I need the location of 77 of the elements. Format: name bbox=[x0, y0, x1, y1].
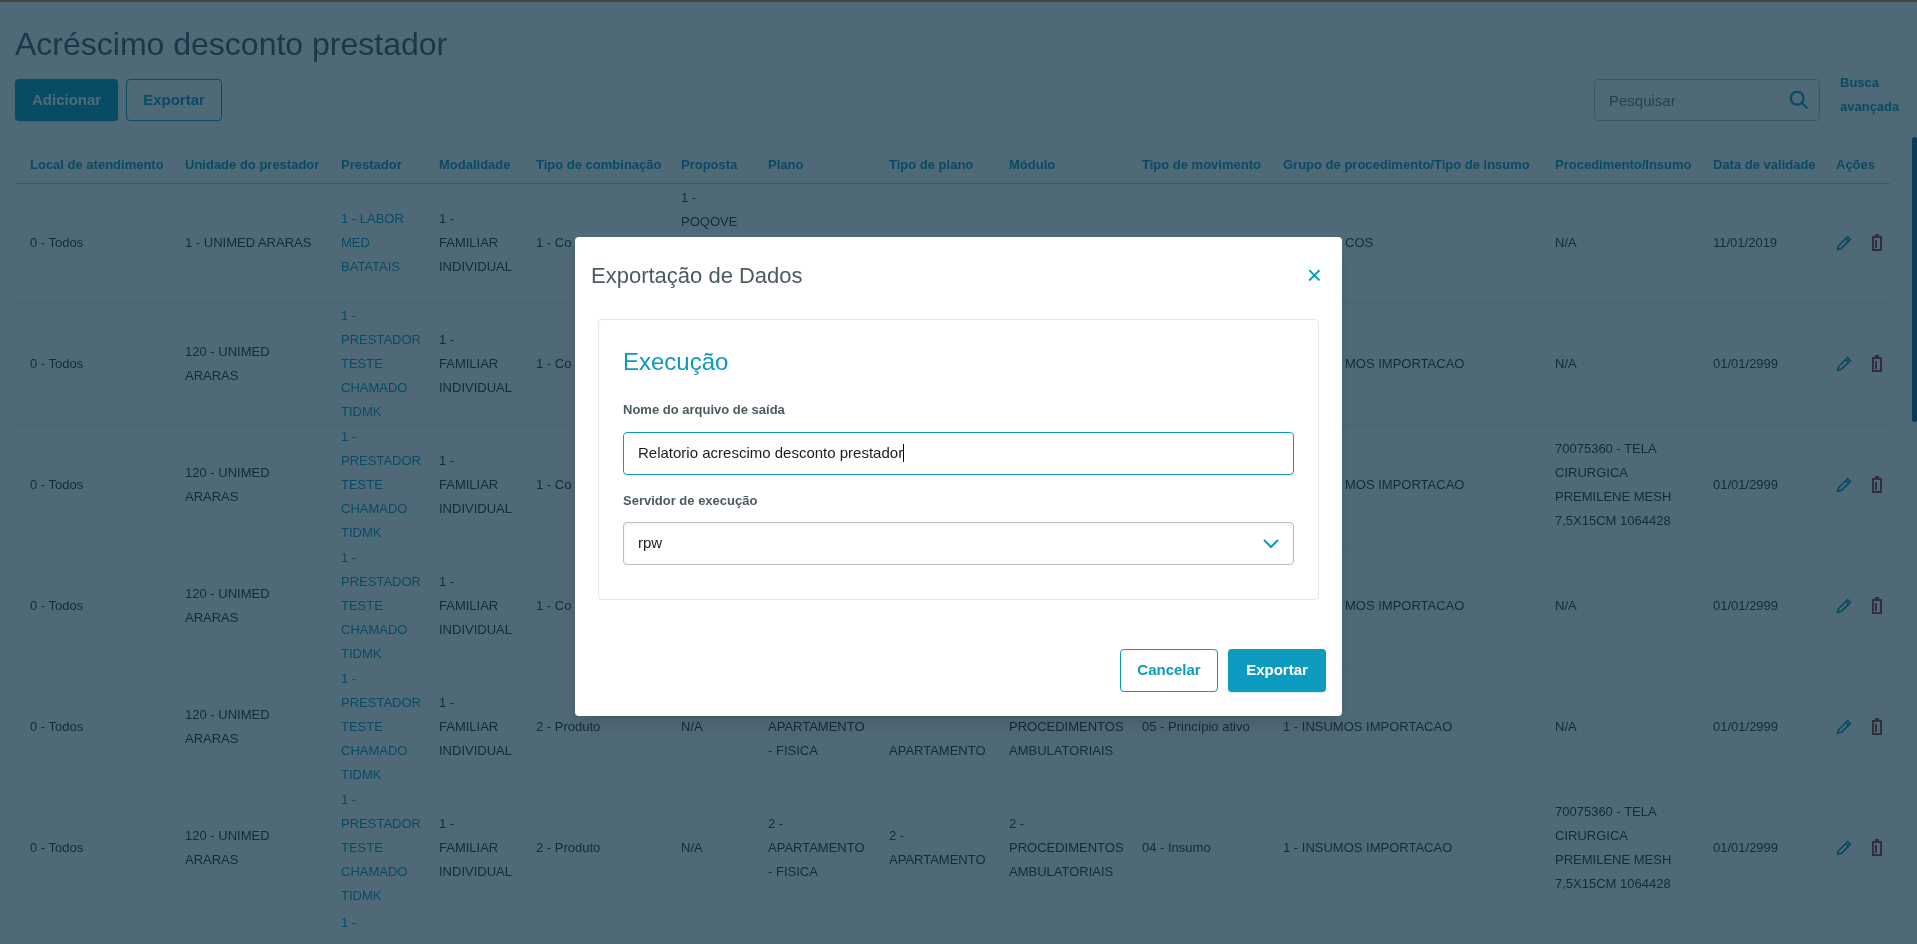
table-cell: 1 - Co bbox=[536, 476, 572, 492]
cancel-button[interactable]: Cancelar bbox=[1120, 649, 1218, 692]
column-header[interactable]: Tipo de combinação bbox=[536, 157, 662, 172]
table-cell: 01/01/2999 bbox=[1713, 839, 1779, 855]
table-cell: 1 - Co bbox=[536, 597, 572, 613]
column-header[interactable]: Unidade do prestador bbox=[185, 157, 320, 172]
table-cell: MOS IMPORTACAO bbox=[1345, 597, 1465, 613]
server-select[interactable]: rpw bbox=[623, 522, 1294, 565]
column-header[interactable]: Local de atendimento bbox=[30, 157, 164, 172]
table-cell: 01/01/2999 bbox=[1713, 355, 1779, 371]
column-header[interactable]: Proposta bbox=[681, 157, 738, 172]
column-header[interactable]: Data de validade bbox=[1713, 157, 1816, 172]
column-header[interactable]: Grupo de procedimento/Tipo de insumo bbox=[1283, 157, 1530, 172]
table-cell: N/A bbox=[1555, 235, 1577, 250]
table-cell: 01/01/2999 bbox=[1713, 476, 1779, 492]
table-cell: 120 - UNIMED ARARAS bbox=[185, 827, 270, 867]
table-cell: 1 - FAMILIAR INDIVIDUAL bbox=[439, 573, 512, 637]
column-header[interactable]: Módulo bbox=[1009, 157, 1056, 172]
table-cell: 120 - UNIMED ARARAS bbox=[185, 706, 270, 746]
column-header[interactable]: Tipo de movimento bbox=[1142, 157, 1261, 172]
chevron-down-icon bbox=[1263, 538, 1279, 549]
file-name-input[interactable]: Relatorio acrescimo desconto prestador bbox=[623, 431, 1294, 475]
table-cell: 1 - FAMILIAR INDIVIDUAL bbox=[439, 211, 512, 274]
column-header[interactable]: Procedimento/Insumo bbox=[1555, 157, 1692, 172]
table-cell: MOS IMPORTACAO bbox=[1345, 355, 1465, 371]
table-cell: 1 - Co bbox=[536, 235, 572, 250]
table-cell: 1 - INSUMOS IMPORTACAO bbox=[1283, 718, 1453, 734]
table-cell: 0 - Todos bbox=[30, 718, 84, 734]
table-cell: 0 - Todos bbox=[30, 839, 84, 855]
column-header[interactable]: Modalidade bbox=[439, 157, 511, 172]
table-cell: 1 - FAMILIAR INDIVIDUAL bbox=[439, 694, 512, 758]
table-cell: 01/01/2999 bbox=[1713, 597, 1779, 613]
table-cell: 0 - Todos bbox=[30, 355, 84, 371]
close-button[interactable]: × bbox=[1306, 262, 1322, 288]
table-cell: 01/01/2999 bbox=[1713, 718, 1779, 734]
table-cell: 1 - FAMILIAR INDIVIDUAL bbox=[439, 331, 512, 395]
table-cell: 0 - Todos bbox=[30, 235, 84, 250]
table-cell: 1 - Co bbox=[536, 355, 572, 371]
table-cell: 70075360 - TELA CIRURGICA PREMILENE MESH 7,5X15CM 1064428 bbox=[1555, 803, 1672, 891]
table-cell: COS bbox=[1345, 235, 1374, 250]
export-button[interactable]: Exportar bbox=[1228, 649, 1326, 692]
table-cell: 2 - APARTAMENTO - FISICA bbox=[768, 815, 865, 879]
table-cell: N/A bbox=[681, 718, 703, 734]
dialog-title: Exportação de Dados bbox=[591, 261, 803, 290]
table-cell: 2 - Produto bbox=[536, 839, 601, 855]
table-cell: 11/01/2019 bbox=[1713, 235, 1778, 250]
table-cell: 70075360 - TELA CIRURGICA PREMILENE MESH 7,5X15CM 1064428 bbox=[1555, 440, 1672, 528]
table-cell: 2 - PROCEDIMENTOS AMBULATORIAIS bbox=[1009, 815, 1124, 879]
table-cell: 05 - Princípio ativo bbox=[1142, 718, 1250, 734]
field-label: Nome do arquivo de saída bbox=[623, 401, 785, 419]
table-cell: N/A bbox=[1555, 718, 1577, 734]
table-cell: 0 - Todos bbox=[30, 476, 84, 492]
table-cell: 1 - POQOVE bbox=[681, 189, 738, 229]
field-label: Servidor de execução bbox=[623, 491, 758, 510]
table-cell: 120 - UNIMED ARARAS bbox=[185, 585, 270, 625]
column-header[interactable]: Plano bbox=[768, 157, 804, 172]
table-cell: 0 - Todos bbox=[30, 597, 84, 613]
section-title: Execução bbox=[623, 347, 729, 377]
table-cell: APARTAMENTO - FISICA bbox=[768, 718, 865, 758]
table-cell: 120 - UNIMED ARARAS bbox=[185, 464, 270, 504]
column-header[interactable]: Ações bbox=[1836, 157, 1876, 172]
table-cell: N/A bbox=[681, 839, 703, 855]
column-header[interactable]: Prestador bbox=[341, 157, 402, 172]
table-cell: 04 - Insumo bbox=[1142, 839, 1211, 855]
table-cell: 1 - FAMILIAR INDIVIDUAL bbox=[439, 452, 512, 516]
table-cell: PROCEDIMENTOS AMBULATORIAIS bbox=[1009, 718, 1124, 758]
table-cell: APARTAMENTO bbox=[889, 742, 986, 758]
table-cell: 2 - APARTAMENTO bbox=[889, 827, 986, 867]
table-cell: N/A bbox=[1555, 597, 1577, 613]
table-cell: 1 - UNIMED ARARAS bbox=[185, 235, 312, 250]
table-cell: N/A bbox=[1555, 355, 1577, 371]
table-cell: 1 - INSUMOS IMPORTACAO bbox=[1283, 839, 1453, 855]
column-header[interactable]: Tipo de plano bbox=[889, 157, 974, 172]
table-cell: 1 - FAMILIAR INDIVIDUAL bbox=[439, 815, 512, 879]
table-cell: 2 - Produto bbox=[536, 718, 601, 734]
table-cell: MOS IMPORTACAO bbox=[1345, 476, 1465, 492]
table-cell: 120 - UNIMED ARARAS bbox=[185, 343, 270, 383]
